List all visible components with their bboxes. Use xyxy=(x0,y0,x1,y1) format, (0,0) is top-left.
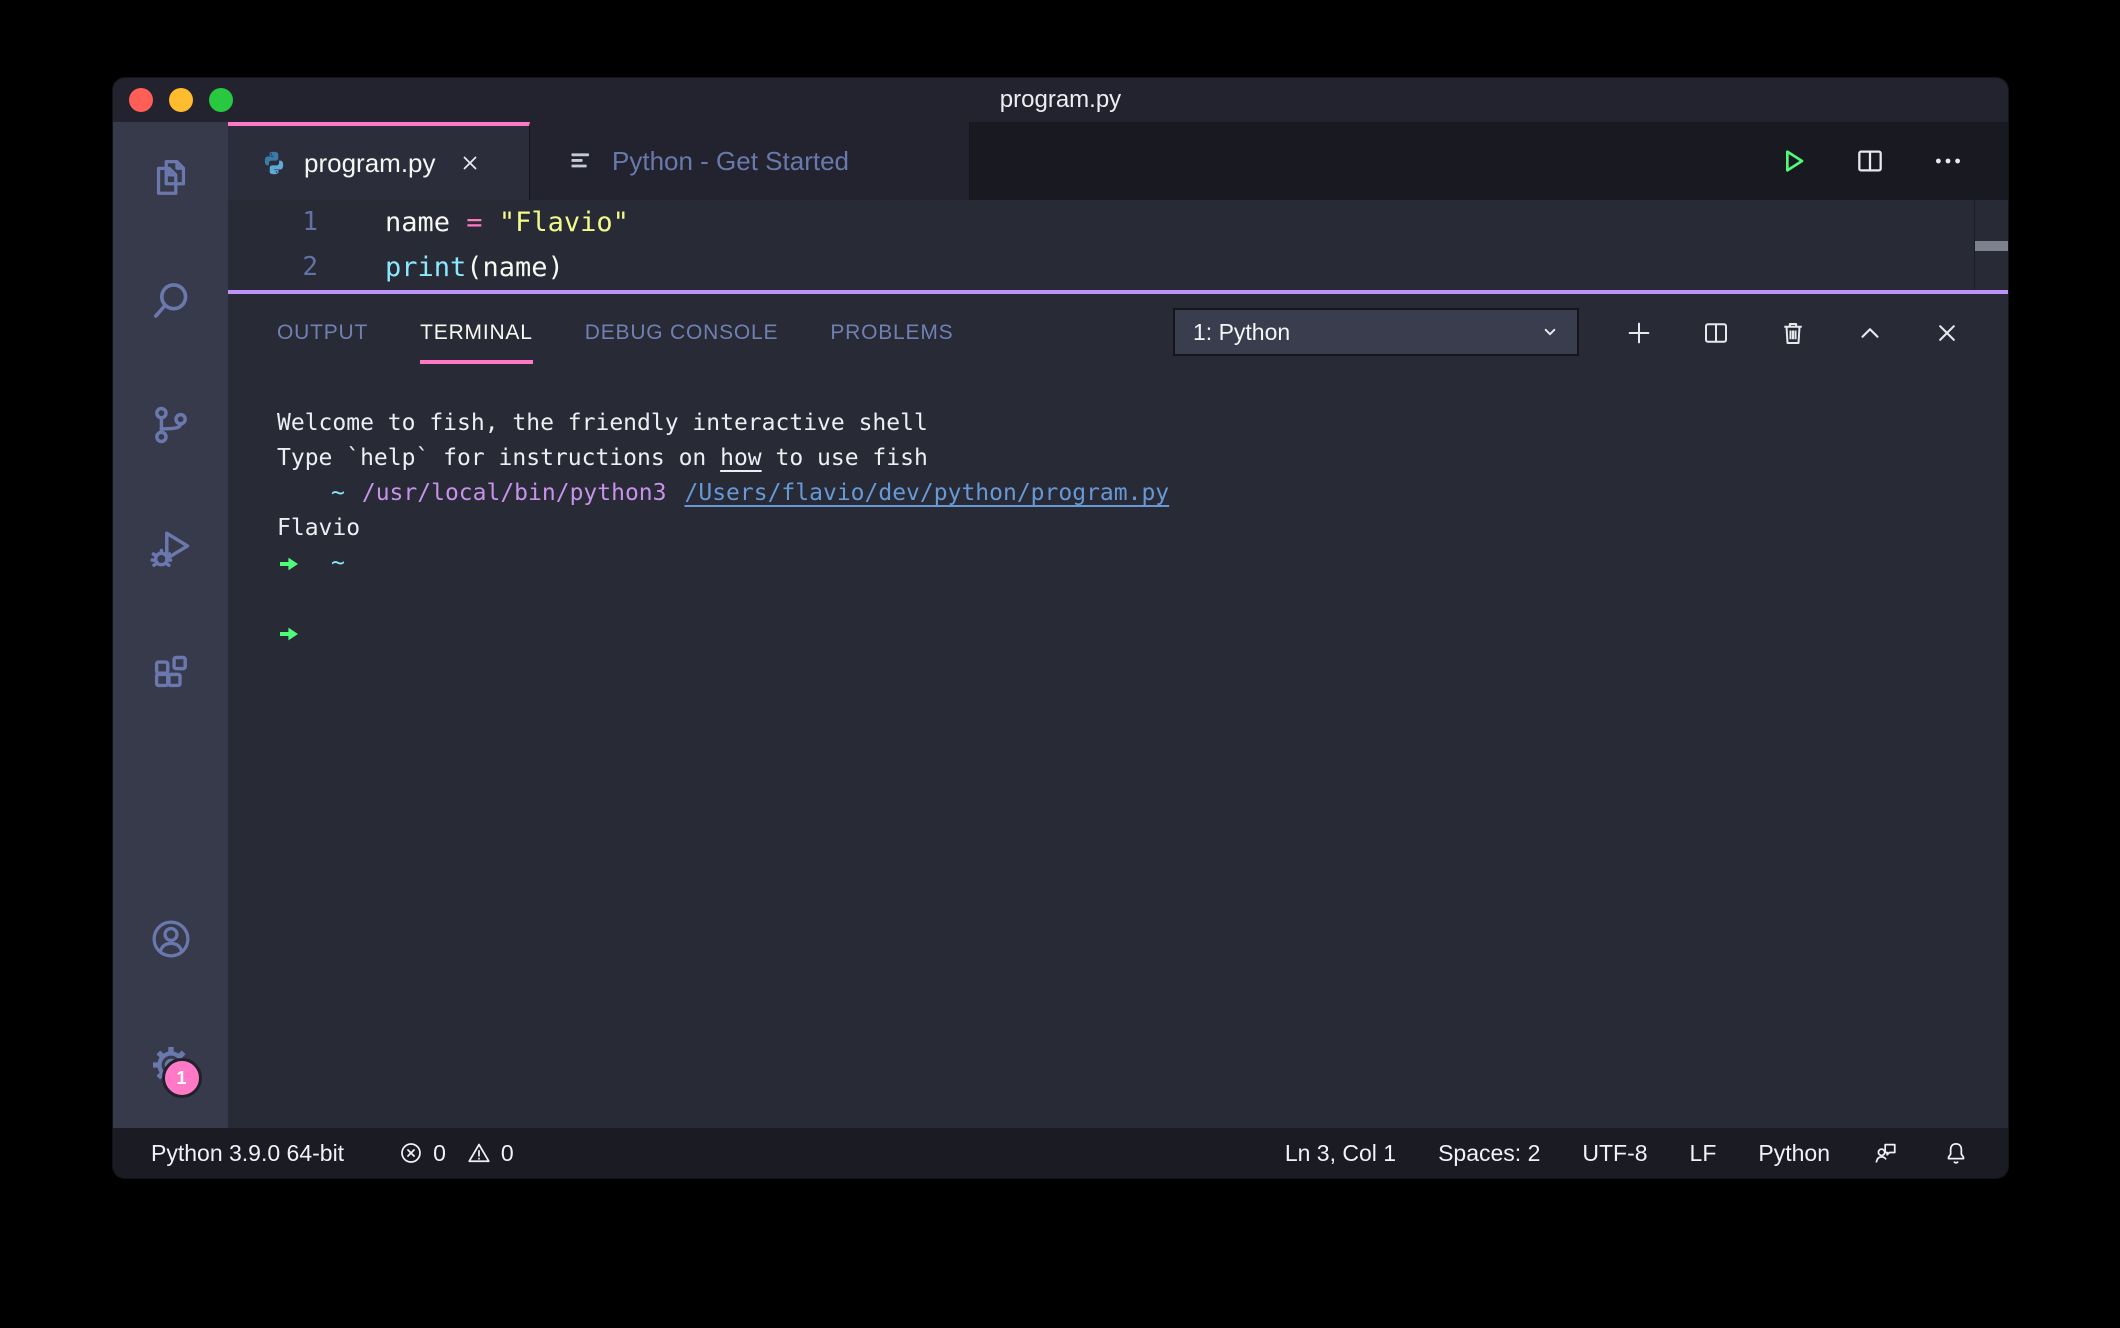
window-title: program.py xyxy=(113,78,2008,122)
terminal-line: Flavio xyxy=(277,511,1968,546)
line-number: 2 xyxy=(228,245,318,290)
code-line-2: 2 print(name) xyxy=(228,245,2008,290)
terminal-output[interactable]: Welcome to fish, the friendly interactiv… xyxy=(228,372,2008,1128)
more-actions-icon[interactable] xyxy=(1932,145,1964,177)
titlebar[interactable]: program.py xyxy=(113,78,2008,122)
zoom-window-button[interactable] xyxy=(209,88,233,112)
terminal-instance-select[interactable]: 1: Python xyxy=(1173,308,1579,356)
activity-bar: 1 xyxy=(113,122,228,1128)
terminal-instance-value: 1: Python xyxy=(1193,319,1537,346)
settings-gear-icon[interactable]: 1 xyxy=(148,1042,194,1088)
settings-badge: 1 xyxy=(162,1058,202,1098)
prompt-arrow-icon xyxy=(277,482,301,506)
source-control-icon[interactable] xyxy=(148,402,194,448)
tab-strip-empty xyxy=(970,122,1776,200)
explorer-icon[interactable] xyxy=(148,154,194,200)
status-bar: Python 3.9.0 64-bit 0 0 xyxy=(113,1128,2008,1178)
prompt-arrow-icon xyxy=(277,552,301,576)
status-language-mode[interactable]: Python xyxy=(1758,1140,1830,1167)
line-number: 1 xyxy=(228,200,318,245)
tab-close-icon[interactable] xyxy=(458,151,482,175)
panel-tab-output[interactable]: OUTPUT xyxy=(277,294,368,372)
tab-python-get-started[interactable]: Python - Get Started xyxy=(530,122,970,200)
run-python-file-icon[interactable] xyxy=(1776,145,1808,177)
panel-header: OUTPUT TERMINAL DEBUG CONSOLE PROBLEMS 1… xyxy=(228,294,2008,372)
editor-tab-strip: program.py xyxy=(228,122,2008,200)
walkthrough-list-icon xyxy=(568,147,596,175)
panel-tab-debug-console[interactable]: DEBUG CONSOLE xyxy=(585,294,779,372)
close-window-button[interactable] xyxy=(129,88,153,112)
code-editor[interactable]: 1 name = "Flavio" 2 print(name) xyxy=(228,200,2008,290)
status-encoding[interactable]: UTF-8 xyxy=(1582,1140,1647,1167)
scrollbar-thumb[interactable] xyxy=(1975,241,2008,251)
feedback-icon[interactable] xyxy=(1872,1139,1900,1167)
warning-icon xyxy=(466,1140,492,1166)
close-panel-icon[interactable] xyxy=(1932,318,1962,348)
new-terminal-icon[interactable] xyxy=(1624,318,1654,348)
vscode-window: program.py xyxy=(113,78,2008,1178)
account-icon[interactable] xyxy=(148,916,194,962)
terminal-prompt-line: ~ /usr/local/bin/python3 /Users/flavio/d… xyxy=(277,476,1968,511)
error-count: 0 xyxy=(433,1140,446,1167)
notifications-bell-icon[interactable] xyxy=(1942,1139,1970,1167)
status-eol[interactable]: LF xyxy=(1690,1140,1717,1167)
tab-program-py[interactable]: program.py xyxy=(228,122,530,200)
extensions-icon[interactable] xyxy=(148,650,194,696)
traffic-lights xyxy=(129,88,233,112)
tab-label: Python - Get Started xyxy=(612,146,849,177)
tab-label: program.py xyxy=(304,148,436,179)
split-editor-icon[interactable] xyxy=(1854,145,1886,177)
status-indentation[interactable]: Spaces: 2 xyxy=(1438,1140,1540,1167)
terminal-line: Type `help` for instructions on how to u… xyxy=(277,441,1968,476)
warning-count: 0 xyxy=(501,1140,514,1167)
panel-actions xyxy=(1624,294,1962,372)
status-cursor-position[interactable]: Ln 3, Col 1 xyxy=(1285,1140,1396,1167)
terminal-file-link[interactable]: /Users/flavio/dev/python/program.py xyxy=(685,476,1170,511)
terminal-line: Welcome to fish, the friendly interactiv… xyxy=(277,406,1968,441)
panel-tab-terminal[interactable]: TERMINAL xyxy=(420,294,533,372)
status-problems[interactable]: 0 0 xyxy=(398,1140,514,1167)
python-file-icon xyxy=(260,149,288,177)
desktop-background: program.py xyxy=(0,0,2120,1328)
editor-scrollbar[interactable] xyxy=(1974,200,2008,290)
bottom-panel: OUTPUT TERMINAL DEBUG CONSOLE PROBLEMS 1… xyxy=(228,294,2008,1128)
minimize-window-button[interactable] xyxy=(169,88,193,112)
panel-tab-problems[interactable]: PROBLEMS xyxy=(830,294,953,372)
chevron-down-icon xyxy=(1537,319,1563,345)
editor-actions xyxy=(1776,122,2008,200)
terminal-prompt-line: ~ xyxy=(277,546,1968,581)
code-line-1: 1 name = "Flavio" xyxy=(228,200,2008,245)
search-icon[interactable] xyxy=(148,278,194,324)
run-debug-icon[interactable] xyxy=(148,526,194,572)
kill-terminal-icon[interactable] xyxy=(1778,318,1808,348)
error-icon xyxy=(398,1140,424,1166)
split-terminal-icon[interactable] xyxy=(1701,318,1731,348)
status-python-version[interactable]: Python 3.9.0 64-bit xyxy=(151,1140,344,1167)
maximize-panel-icon[interactable] xyxy=(1855,318,1885,348)
